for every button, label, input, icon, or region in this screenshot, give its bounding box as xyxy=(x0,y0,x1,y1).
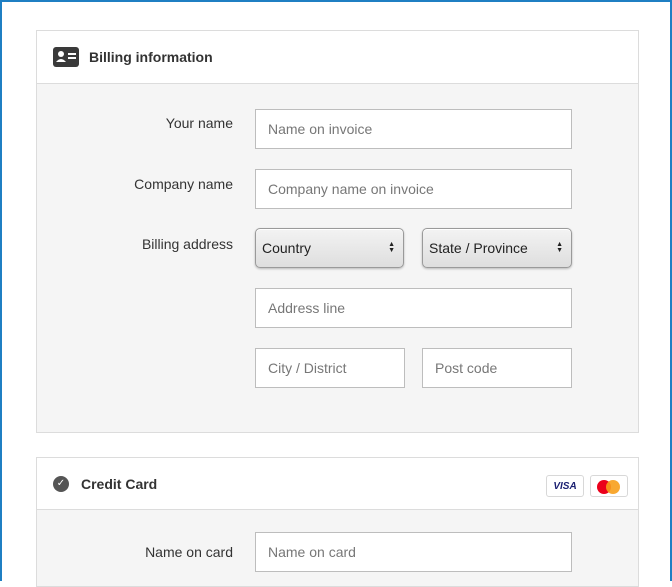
state-select[interactable]: State / Province ▲ ▼ xyxy=(422,228,572,268)
name-on-card-label: Name on card xyxy=(145,544,233,560)
your-name-label: Your name xyxy=(165,115,233,131)
address-line-input[interactable]: Address line xyxy=(255,288,572,328)
mastercard-icon xyxy=(590,475,628,497)
credit-card-panel: ✓ Credit Card VISA Name on card Name on … xyxy=(36,457,639,587)
country-select[interactable]: Country ▲ ▼ xyxy=(255,228,404,268)
credit-card-panel-header: ✓ Credit Card VISA xyxy=(37,458,638,510)
billing-title: Billing information xyxy=(89,49,213,65)
city-input[interactable]: City / District xyxy=(255,348,405,388)
billing-panel: Billing information Your name Name on in… xyxy=(36,30,639,433)
name-on-card-input[interactable]: Name on card xyxy=(255,532,572,572)
credit-card-title: Credit Card xyxy=(81,475,158,492)
postcode-input[interactable]: Post code xyxy=(422,348,572,388)
billing-address-label: Billing address xyxy=(141,236,233,252)
select-arrows-icon: ▲ ▼ xyxy=(556,241,563,254)
visa-icon: VISA xyxy=(546,475,584,497)
your-name-input[interactable]: Name on invoice xyxy=(255,109,572,149)
company-name-label: Company name xyxy=(134,176,233,192)
billing-panel-header: Billing information xyxy=(37,31,638,84)
select-arrows-icon: ▲ ▼ xyxy=(388,241,395,254)
check-circle-icon: ✓ xyxy=(53,475,69,492)
page-frame: Billing information Your name Name on in… xyxy=(0,0,672,587)
company-name-input[interactable]: Company name on invoice xyxy=(255,169,572,209)
id-card-icon xyxy=(53,47,79,67)
